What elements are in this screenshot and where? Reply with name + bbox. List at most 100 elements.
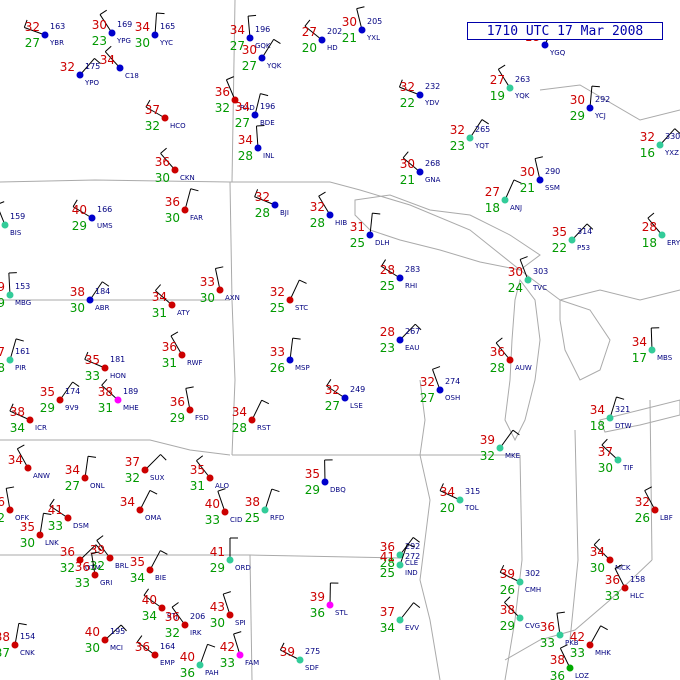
temperature-label: 43	[210, 600, 225, 614]
dewpoint-label: 16	[640, 146, 655, 160]
station-id-label: ONL	[90, 482, 105, 490]
station-dot	[226, 556, 234, 564]
station-dot	[181, 621, 189, 629]
temperature-label: 37	[145, 103, 160, 117]
station-dot	[206, 474, 214, 482]
temperature-label: 30	[400, 157, 415, 171]
station-id-label: GRI	[100, 579, 112, 587]
station-dot	[658, 231, 666, 239]
station-id-label: MBS	[657, 354, 673, 362]
temperature-label: 36	[0, 495, 5, 509]
temperature-label: 32	[25, 20, 40, 34]
station-dot	[6, 291, 14, 299]
pressure-label: 232	[425, 82, 440, 91]
temperature-label: 36	[605, 573, 620, 587]
dewpoint-label: 29	[40, 401, 55, 415]
temperature-label: 27	[302, 25, 317, 39]
station-id-label: ANJ	[510, 204, 522, 212]
station-id-label: HON	[110, 372, 126, 380]
station-dot	[108, 29, 116, 37]
temperature-label: 34	[135, 20, 150, 34]
station-dot	[141, 466, 149, 474]
dewpoint-label: 32	[165, 626, 180, 640]
temperature-label: 38	[550, 653, 565, 667]
temperature-label: 34	[152, 290, 167, 304]
station-dot	[181, 206, 189, 214]
station-id-label: YPO	[84, 79, 99, 87]
station-dot	[396, 336, 404, 344]
dewpoint-label: 27	[65, 479, 80, 493]
wind-barb-feather	[591, 85, 600, 88]
station-dot	[648, 346, 656, 354]
temperature-label: 36	[215, 85, 230, 99]
temperature-label: 30	[520, 165, 535, 179]
station-id-label: DTW	[615, 422, 632, 430]
station-id-label: TVC	[532, 284, 547, 292]
temperature-label: 27	[490, 73, 505, 87]
pressure-label: 205	[367, 17, 382, 26]
station-dot	[101, 364, 109, 372]
temperature-label: 38	[0, 630, 10, 644]
station-dot	[606, 414, 614, 422]
pressure-label: 153	[15, 282, 30, 291]
dewpoint-label: 25	[380, 279, 395, 293]
dewpoint-label: 23	[92, 34, 107, 48]
station-id-label: RHI	[405, 282, 417, 290]
dewpoint-label: 19	[490, 89, 505, 103]
station-dot	[326, 601, 334, 609]
temperature-label: 40	[142, 593, 157, 607]
pressure-label: 184	[95, 287, 110, 296]
dewpoint-label: 34	[10, 421, 25, 435]
temperature-label: 34	[590, 545, 605, 559]
station-dot	[318, 36, 326, 44]
dewpoint-label: 32	[90, 559, 105, 573]
pressure-label: 283	[405, 265, 420, 274]
station-dot	[88, 214, 96, 222]
dewpoint-label: 18	[485, 201, 500, 215]
dewpoint-label: 20	[302, 41, 317, 55]
temperature-label: 38	[10, 405, 25, 419]
temperature-label: 36	[162, 340, 177, 354]
pressure-label: 154	[20, 632, 35, 641]
dewpoint-label: 31	[152, 306, 167, 320]
station-id-label: ALO	[215, 482, 229, 490]
station-dot	[436, 386, 444, 394]
station-id-label: BRL	[115, 562, 129, 570]
station-dot	[296, 656, 304, 664]
pressure-label: 267	[405, 327, 420, 336]
station-dot	[496, 444, 504, 452]
station-id-label: CID	[230, 516, 242, 524]
dewpoint-label: 24	[508, 281, 523, 295]
station-id-label: P53	[577, 244, 590, 252]
pressure-label: 330	[665, 132, 680, 141]
temperature-label: 41	[48, 503, 63, 517]
station-id-label: HIB	[335, 219, 347, 227]
temperature-label: 28	[642, 220, 657, 234]
station-id-label: ERY	[667, 239, 680, 247]
dewpoint-label: 27	[420, 391, 435, 405]
dewpoint-label: 34	[380, 621, 395, 635]
dewpoint-label: 30	[590, 561, 605, 575]
dewpoint-label: 22	[552, 241, 567, 255]
station-dot	[286, 296, 294, 304]
temperature-label: 34	[230, 23, 245, 37]
station-dot	[6, 356, 14, 364]
station-id-label: SSM	[545, 184, 560, 192]
dewpoint-label: 33	[540, 636, 555, 650]
dewpoint-label: 28	[238, 149, 253, 163]
station-id-label: LNK	[45, 539, 59, 547]
temperature-label: 36	[165, 610, 180, 624]
station-dot	[254, 144, 262, 152]
station-id-label: HLC	[630, 592, 644, 600]
station-id-label: LBF	[660, 514, 673, 522]
station-dot	[326, 211, 334, 219]
temperature-label: 35	[85, 353, 100, 367]
temperature-label: 39	[280, 645, 295, 659]
dewpoint-label: 20	[440, 501, 455, 515]
dewpoint-label: 31	[190, 479, 205, 493]
dewpoint-label: 36	[310, 606, 325, 620]
station-id-label: C18	[125, 72, 139, 80]
station-dot	[186, 406, 194, 414]
station-id-label: TIF	[622, 464, 633, 472]
dewpoint-label: 17	[632, 351, 647, 365]
